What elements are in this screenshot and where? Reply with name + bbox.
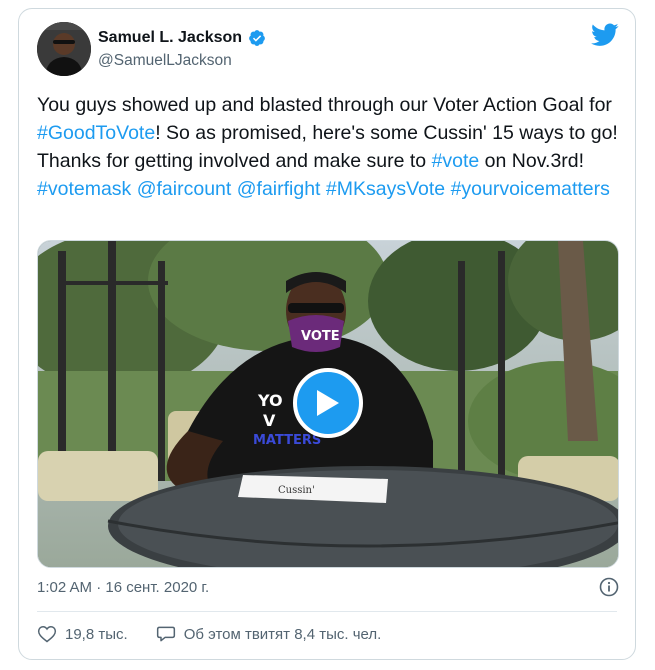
mention-link[interactable]: @fairfight	[237, 178, 321, 200]
author-name-row[interactable]: Samuel L. Jackson	[98, 29, 266, 47]
info-icon[interactable]	[599, 577, 619, 597]
hashtag-link[interactable]: #MKsaysVote	[326, 178, 445, 200]
timestamp-row: 1:02 AM · 16 сент. 2020 г.	[37, 577, 619, 599]
divider	[37, 611, 617, 612]
play-button[interactable]	[293, 368, 363, 438]
tweet-text: You guys showed up and blasted through o…	[37, 91, 622, 203]
tweet-text-segment: You guys showed up and blasted through o…	[37, 94, 612, 116]
like-count: 19,8 тыс.	[65, 625, 128, 643]
speech-bubble-icon	[156, 626, 175, 642]
shirt-text-line1: YO	[257, 391, 283, 410]
mention-link[interactable]: @faircount	[137, 178, 232, 200]
like-action[interactable]: 19,8 тыс.	[37, 624, 128, 644]
verified-badge-icon	[248, 29, 266, 47]
tweet-actions: 19,8 тыс. Об этом твитят 8,4 тыс. чел.	[37, 624, 381, 644]
discussion-action[interactable]: Об этом твитят 8,4 тыс. чел.	[156, 624, 382, 644]
video-player[interactable]: VOTE YO V MATTERS Cussin'	[37, 240, 619, 568]
tweet-timestamp[interactable]: 1:02 AM · 16 сент. 2020 г.	[37, 579, 209, 596]
author-name[interactable]: Samuel L. Jackson	[98, 29, 242, 47]
mask-text: VOTE	[301, 329, 340, 344]
shirt-text-line2: V	[263, 411, 276, 430]
shirt-text-line3: MATTERS	[253, 433, 321, 448]
card-text: Cussin'	[278, 485, 315, 496]
twitter-bird-icon[interactable]	[591, 23, 619, 47]
hashtag-link[interactable]: #votemask	[37, 178, 131, 200]
play-icon	[317, 390, 339, 416]
tweet-card: Samuel L. Jackson @SamuelLJackson You gu…	[18, 8, 636, 660]
heart-icon	[37, 625, 57, 643]
discussion-text: Об этом твитят 8,4 тыс. чел.	[183, 625, 382, 643]
author-handle[interactable]: @SamuelLJackson	[98, 52, 232, 70]
avatar[interactable]	[37, 22, 91, 76]
hashtag-link[interactable]: #vote	[432, 150, 480, 172]
tweet-text-segment: on Nov.3rd!	[479, 150, 585, 172]
hashtag-link[interactable]: #GoodToVote	[37, 122, 155, 144]
hashtag-link[interactable]: #yourvoicematters	[451, 178, 610, 200]
